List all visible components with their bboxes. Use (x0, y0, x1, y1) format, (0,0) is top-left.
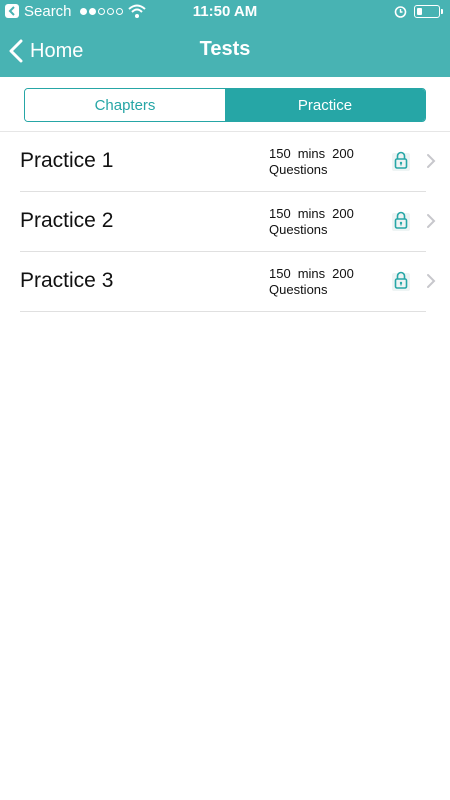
status-time: 11:50 AM (192, 3, 258, 20)
segmented-control: Chapters Practice (24, 88, 426, 122)
battery-level (416, 7, 422, 15)
practice-meta: 150 mins 200 Questions (269, 146, 361, 178)
practice-list: Practice 1 150 mins 200 Questions Practice… (0, 132, 450, 312)
duration-unit: mins (297, 146, 326, 161)
lock-icon (391, 208, 411, 237)
practice-meta: 150 mins 200 Questions (269, 206, 361, 238)
chevron-right-icon (426, 273, 436, 294)
tab-chapters[interactable]: Chapters (25, 89, 225, 121)
duration-value: 150 (269, 206, 291, 221)
page-title: Tests (199, 38, 251, 60)
practice-title: Practice 2 (20, 209, 114, 232)
app-header: Search 11:50 AM Home Tests (0, 0, 450, 77)
lock-icon (391, 268, 411, 297)
list-item[interactable]: Practice 2 150 mins 200 Questions (0, 192, 450, 252)
question-count: 200 (332, 266, 354, 281)
chevron-right-icon (426, 153, 436, 174)
alarm-clock-icon (394, 5, 407, 22)
list-item[interactable]: Practice 3 150 mins 200 Questions (0, 252, 450, 312)
status-bar: Search 11:50 AM (0, 0, 450, 24)
questions-label: Questions (269, 222, 328, 237)
list-item[interactable]: Practice 1 150 mins 200 Questions (0, 132, 450, 192)
practice-title: Practice 1 (20, 149, 114, 172)
questions-label: Questions (269, 162, 328, 177)
duration-unit: mins (297, 206, 326, 221)
questions-label: Questions (269, 282, 328, 297)
duration-value: 150 (269, 266, 291, 281)
duration-value: 150 (269, 146, 291, 161)
question-count: 200 (332, 146, 354, 161)
question-count: 200 (332, 206, 354, 221)
tab-practice[interactable]: Practice (225, 89, 425, 121)
battery-icon (414, 5, 443, 18)
duration-unit: mins (297, 266, 326, 281)
chevron-right-icon (426, 213, 436, 234)
practice-title: Practice 3 (20, 269, 114, 292)
lock-icon (391, 148, 411, 177)
practice-meta: 150 mins 200 Questions (269, 266, 361, 298)
